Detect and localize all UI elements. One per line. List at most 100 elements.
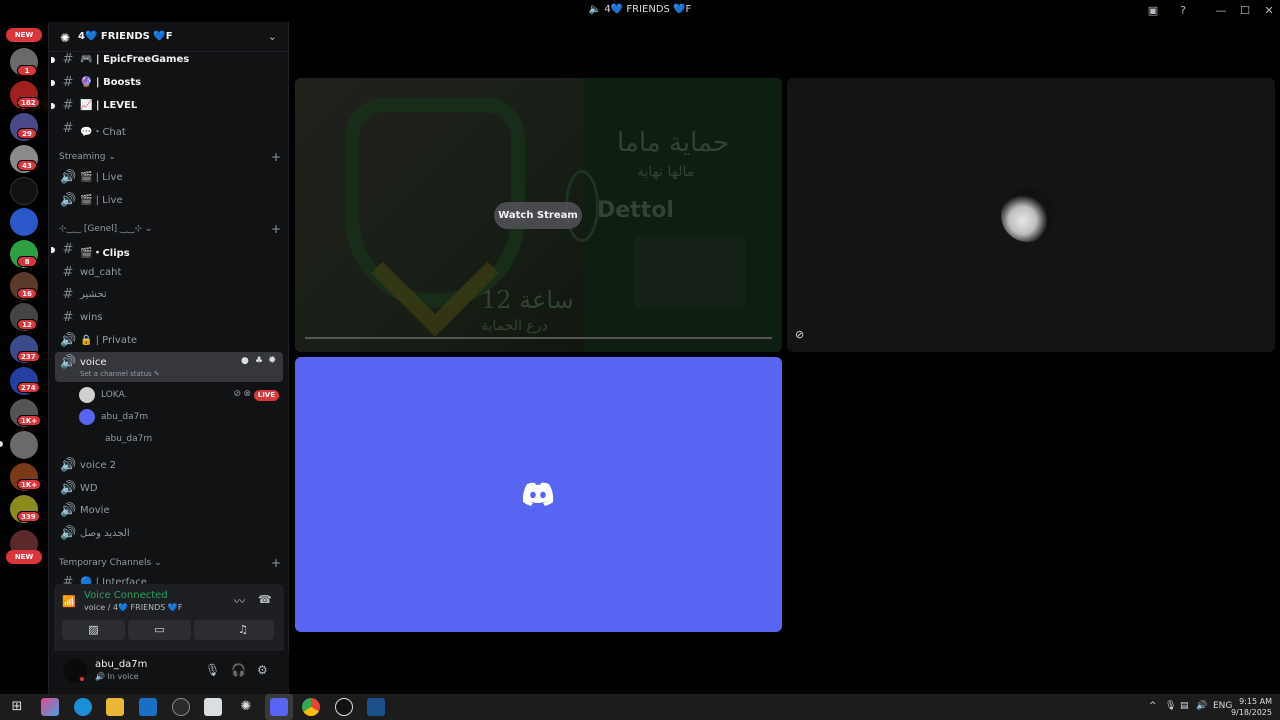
channel-clips[interactable]: # 🎬・Clips: [51, 239, 283, 261]
voice-user-abu-da7m-2[interactable]: abu_da7m: [105, 430, 289, 450]
server-icon[interactable]: [10, 431, 38, 459]
stream-tile[interactable]: حماية ماما مالها نهاية 12 ساعة درع الحما…: [295, 78, 782, 352]
file-explorer-icon[interactable]: [106, 698, 124, 716]
mention-badge: 339: [17, 511, 40, 522]
signal-icon[interactable]: 📶: [62, 595, 76, 608]
server-icon[interactable]: [10, 208, 38, 236]
hashtag-icon: #: [62, 121, 74, 136]
soundboard-button[interactable]: ♫: [212, 620, 274, 640]
watch-stream-button[interactable]: Watch Stream: [494, 202, 582, 229]
pencil-icon: ✎: [153, 370, 160, 378]
voice-user-loka[interactable]: LOKA. ⊘ ⊗ LIVE: [79, 386, 279, 406]
deafened-icon: ⊗: [243, 389, 251, 399]
outlook-icon[interactable]: [139, 698, 157, 716]
title-bar: 🔈 4💙 FRIENDS 💙F ▣ ? — ☐ ✕: [0, 0, 1280, 22]
channel-boosts[interactable]: # 🔮 | Boosts: [51, 72, 283, 94]
chevron-down-icon: ⌄: [267, 30, 277, 43]
steam-icon[interactable]: [367, 698, 385, 716]
new-badge[interactable]: NEW: [6, 550, 42, 564]
channel-wd[interactable]: 🔊 WD: [55, 478, 283, 500]
channel-voice[interactable]: 🔊 voice Set a channel status ✎ ● ♣ ✹: [55, 352, 283, 382]
store-icon[interactable]: [204, 698, 222, 716]
guild-header[interactable]: ✺ 4💙 FRIENDS 💙F ⌄: [49, 22, 289, 52]
channel-epicfreegames[interactable]: # 🎮 | EpicFreeGames: [51, 52, 283, 71]
headphones-icon[interactable]: 🎧: [231, 663, 246, 677]
username[interactable]: abu_da7m: [95, 659, 147, 670]
hashtag-icon: #: [62, 310, 74, 325]
mention-badge: 237: [17, 351, 40, 362]
soundboard-icon: ♫: [238, 623, 248, 636]
microphone-icon[interactable]: 🎙: [1165, 701, 1176, 711]
add-channel-icon[interactable]: +: [271, 150, 281, 164]
category-temporary[interactable]: Temporary Channels ⌄ +: [59, 556, 281, 572]
add-channel-icon[interactable]: +: [271, 556, 281, 570]
xbox-icon[interactable]: [172, 698, 190, 716]
channel-status-hint[interactable]: Set a channel status ✎: [80, 370, 160, 378]
channel-live-1[interactable]: 🔊 🎬 | Live: [55, 167, 283, 189]
camera-button[interactable]: ▨: [62, 620, 125, 640]
volume-icon[interactable]: 🔊: [1196, 701, 1207, 711]
system-clock[interactable]: 9:15 AM 9/18/2025: [1231, 696, 1272, 718]
participant-tile[interactable]: ⊘: [787, 78, 1275, 352]
speaker-icon: 🔊: [60, 170, 77, 185]
channel-new-arrived[interactable]: 🔊 الجديد وصل: [55, 523, 283, 545]
channel-sidebar: ✺ 4💙 FRIENDS 💙F ⌄ # 🎮 | EpicFreeGames # …: [48, 22, 289, 694]
chat-icon[interactable]: ●: [241, 356, 249, 366]
channel-tahsheer[interactable]: # تحشير: [55, 284, 283, 306]
discord-taskbar-icon[interactable]: [270, 698, 288, 716]
mention-badge: 1: [17, 65, 37, 76]
server-icon[interactable]: [10, 177, 38, 205]
invite-icon[interactable]: ♣: [255, 356, 263, 366]
voice-stage: حماية ماما مالها نهاية 12 ساعة درع الحما…: [290, 22, 1280, 694]
copilot-icon[interactable]: [41, 698, 59, 716]
obs-icon[interactable]: [335, 698, 353, 716]
add-channel-icon[interactable]: +: [271, 222, 281, 236]
avatar: [79, 387, 95, 403]
voice-connected-subtitle[interactable]: voice / 4💙 FRIENDS 💙F: [84, 603, 182, 612]
voice-user-abu-da7m[interactable]: abu_da7m: [79, 408, 279, 428]
voice-connected-title[interactable]: Voice Connected: [84, 590, 168, 601]
help-icon[interactable]: ?: [1175, 3, 1191, 19]
screen-share-button[interactable]: ▭: [128, 620, 191, 640]
new-badge[interactable]: NEW: [6, 28, 42, 42]
mention-badge: 16: [17, 288, 37, 299]
channel-wins[interactable]: # wins: [55, 307, 283, 329]
minimize-button[interactable]: —: [1213, 3, 1229, 19]
noise-suppression-icon[interactable]: 〰: [234, 593, 245, 609]
gear-icon[interactable]: ✹: [268, 355, 276, 366]
hashtag-icon: #: [62, 75, 74, 90]
maximize-button[interactable]: ☐: [1237, 3, 1253, 19]
category-streaming[interactable]: Streaming ⌄ +: [59, 150, 281, 166]
edge-icon[interactable]: [74, 698, 92, 716]
settings-icon[interactable]: ✺: [237, 698, 255, 716]
language-indicator[interactable]: ENG: [1213, 701, 1232, 711]
chevron-up-icon[interactable]: ^: [1149, 701, 1157, 711]
microphone-icon[interactable]: 🎙: [205, 663, 220, 677]
network-icon[interactable]: ▤: [1180, 701, 1189, 711]
channel-chat[interactable]: # 💬・Chat: [55, 118, 283, 140]
server-unread-pip: [0, 441, 3, 447]
live-badge: LIVE: [253, 390, 279, 401]
category-genel[interactable]: ⊹‿‿ [Genel] ‿‿⊹ ⌄ +: [59, 222, 281, 238]
disconnect-icon[interactable]: ☎: [258, 593, 272, 606]
self-tile[interactable]: [295, 357, 782, 632]
mention-badge: 182: [17, 97, 40, 108]
chevron-down-icon: ⌄: [144, 224, 153, 234]
mention-badge: 1K+: [17, 415, 42, 426]
channel-level[interactable]: # 📈 | LEVEL: [51, 95, 283, 117]
gear-icon[interactable]: ⚙: [257, 663, 268, 677]
channel-live-2[interactable]: 🔊 🎬 | Live: [55, 190, 283, 212]
inbox-icon[interactable]: ▣: [1145, 3, 1161, 19]
channel-wd-caht[interactable]: # wd_caht: [55, 262, 283, 284]
speaker-icon: 🔊: [95, 672, 105, 681]
unread-pip: [51, 103, 55, 109]
channel-voice-2[interactable]: 🔊 voice 2: [55, 455, 283, 477]
channel-private[interactable]: 🔊 🔒 | Private: [55, 330, 283, 352]
hashtag-icon: #: [62, 265, 74, 280]
close-button[interactable]: ✕: [1261, 3, 1277, 19]
speaker-icon: 🔊: [60, 193, 77, 208]
chrome-icon[interactable]: [302, 698, 320, 716]
speaker-icon: 🔈: [588, 4, 602, 15]
start-icon[interactable]: ⊞: [8, 698, 26, 716]
channel-movie[interactable]: 🔊 Movie: [55, 500, 283, 522]
